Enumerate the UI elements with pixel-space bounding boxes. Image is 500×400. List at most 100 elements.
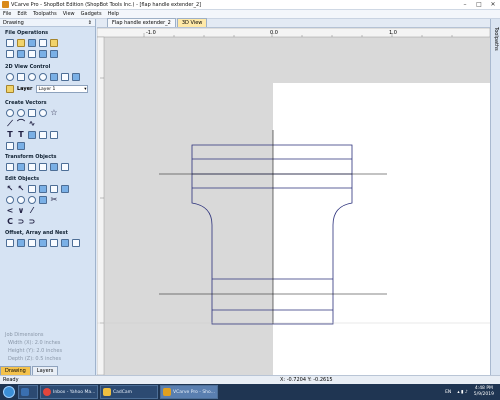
menu-bar: File Edit Toolpaths View Gadgets Help [0,10,500,19]
zoom-extents-icon[interactable] [6,73,14,81]
cursor-coordinates: X: -0.7204 Y: -0.2615 [280,377,333,383]
layer-select-value: Layer 1 [38,86,56,92]
draw-curve-icon[interactable]: ∿ [28,120,36,128]
draw-arc-icon[interactable]: ⌒ [17,120,25,128]
mirror-icon[interactable] [39,163,47,171]
move-icon[interactable] [6,163,14,171]
toolpaths-panel-tab[interactable]: Toolpaths [490,19,500,375]
drawing-panel-header: Drawing ⇕ [0,19,95,27]
join-icon[interactable] [50,185,58,193]
array-copy-icon[interactable] [39,239,47,247]
redo-icon[interactable] [50,50,58,58]
draw-circle-icon[interactable] [6,109,14,117]
job-setup-icon[interactable] [6,50,14,58]
tab-2d-view[interactable]: Flap handle extender_2 [107,18,176,27]
maximize-button[interactable]: □ [472,0,486,10]
subtract-icon[interactable] [17,196,25,204]
windows-start-icon [3,386,15,398]
fillet-icon[interactable] [50,131,58,139]
step-repeat-icon[interactable] [17,239,25,247]
select-icon[interactable]: ↖ [6,185,14,193]
taskbar-cadcam[interactable]: CadCam [100,385,158,399]
dimension-icon[interactable] [28,131,36,139]
circular-array-icon[interactable] [28,239,36,247]
save-icon[interactable] [28,39,36,47]
zoom-in-icon[interactable] [28,73,36,81]
draw-line-icon[interactable]: ⟋ [6,120,14,128]
rotate-icon[interactable] [28,163,36,171]
distort-icon[interactable] [61,163,69,171]
layer-label: Layer [17,86,33,92]
chamfer-icon[interactable]: ∨ [17,207,25,215]
pin-icon[interactable]: ⇕ [88,20,92,26]
toolpaths-panel-label: Toolpaths [493,27,499,51]
nesting-icon[interactable] [50,239,58,247]
minimize-button[interactable]: – [458,0,472,10]
zoom-out-icon[interactable] [39,73,47,81]
curve-fit-icon[interactable]: C [6,218,14,226]
dogbone-icon[interactable] [17,142,25,150]
import-bitmap-icon[interactable] [50,39,58,47]
extend-icon[interactable]: ⁄ [28,207,36,215]
import-vectors-icon[interactable] [39,39,47,47]
tray-icons[interactable]: ▴ ▮ ♪ [457,390,467,395]
scissors-icon[interactable]: ✂ [50,196,58,204]
layer-icon [6,85,14,93]
menu-view[interactable]: View [60,11,78,17]
canvas-svg: -1.0 0.0 1.0 [97,28,490,375]
clock[interactable]: 4:48 PM 5/9/2019 [474,386,494,398]
drawing-canvas[interactable]: -1.0 0.0 1.0 [97,28,490,375]
draw-ellipse-icon[interactable] [17,109,25,117]
taskbar-chrome-yahoo[interactable]: Inbox - Yahoo Ma... [40,385,98,399]
taskbar-vcarve[interactable]: VCarve Pro - Sho... [160,385,218,399]
zoom-box-icon[interactable] [17,73,25,81]
draw-polygon-icon[interactable] [39,109,47,117]
copy-along-icon[interactable] [61,239,69,247]
layer-select[interactable]: Layer 1 ▾ [35,85,88,93]
text-on-curve-icon[interactable]: T [17,131,25,139]
tab-3d-view[interactable]: 3D View [176,18,208,27]
close-button[interactable]: ✕ [486,0,500,10]
tab-layers[interactable]: Layers [31,366,59,375]
trim-icon[interactable] [39,196,47,204]
ungroup-icon[interactable] [39,185,47,193]
menu-help[interactable]: Help [105,11,122,17]
draw-rectangle-icon[interactable] [28,109,36,117]
menu-toolpaths[interactable]: Toolpaths [30,11,60,17]
menu-file[interactable]: File [0,11,14,17]
smooth-icon[interactable]: ⊃ [17,218,25,226]
inlay-icon[interactable] [6,142,14,150]
create-vectors-row-3: T T [6,131,58,139]
cut-icon[interactable] [28,50,36,58]
status-bar: Ready X: -0.7204 Y: -0.2615 [0,375,500,384]
set-size-icon[interactable] [17,163,25,171]
ruler-label-1: 1.0 [389,30,397,36]
import-component-icon[interactable] [17,50,25,58]
menu-gadgets[interactable]: Gadgets [78,11,105,17]
language-indicator[interactable]: EN [445,390,451,395]
draw-star-icon[interactable]: ☆ [50,109,58,117]
undo-icon[interactable] [39,50,47,58]
group-icon[interactable] [28,185,36,193]
open-file-icon[interactable] [17,39,25,47]
pan-icon[interactable] [50,73,58,81]
grid-icon[interactable] [61,73,69,81]
view-3d-icon[interactable] [72,73,80,81]
taskbar-explorer[interactable] [18,385,38,399]
node-edit-icon[interactable]: ↖ [17,185,25,193]
block-icon[interactable] [72,239,80,247]
offset-icon[interactable] [6,239,14,247]
text-icon[interactable]: T [6,131,14,139]
trace-bitmap-icon[interactable] [39,131,47,139]
close-vector-icon[interactable] [61,185,69,193]
menu-edit[interactable]: Edit [14,11,30,17]
align-icon[interactable] [50,163,58,171]
intersect-icon[interactable] [28,196,36,204]
weld-icon[interactable] [6,196,14,204]
fillet-corner-icon[interactable]: < [6,207,14,215]
new-file-icon[interactable] [6,39,14,47]
tab-drawing[interactable]: Drawing [0,366,31,375]
arc-fit-icon[interactable]: ⊃ [28,218,36,226]
chrome-icon [43,388,51,396]
start-button[interactable] [0,384,18,400]
